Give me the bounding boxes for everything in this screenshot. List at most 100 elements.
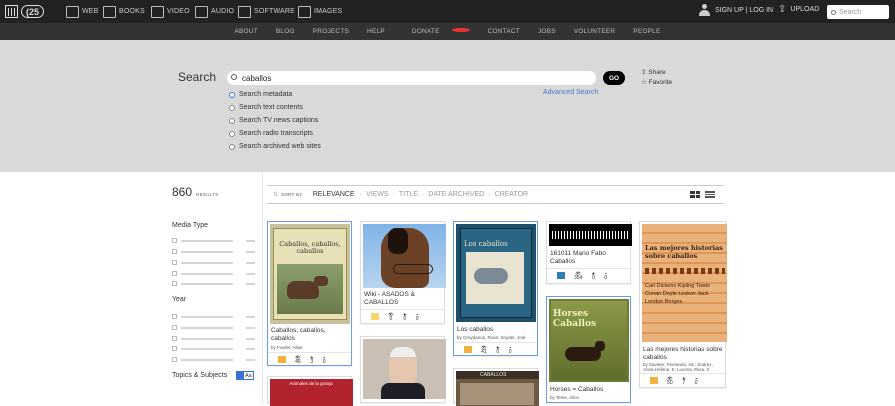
option-metadata[interactable]: Search metadata bbox=[229, 88, 321, 101]
subnav-donate[interactable]: DONATE bbox=[394, 28, 479, 35]
subnav-blog[interactable]: BLOG bbox=[267, 28, 304, 35]
go-button[interactable]: GO bbox=[603, 71, 625, 85]
views-stat: 👁 50 bbox=[667, 376, 673, 386]
facet-count-placeholder bbox=[246, 348, 255, 350]
facet-placeholder bbox=[181, 273, 233, 275]
grid-view-icon[interactable] bbox=[690, 191, 700, 198]
top-navigation-bar: (25 WEB BOOKS VIDEO AUDIO SOFTWARE IMAGE… bbox=[0, 0, 895, 23]
results-label: RESULTS bbox=[196, 192, 219, 197]
nav-software[interactable]: SOFTWARE bbox=[238, 4, 295, 19]
subnav-about[interactable]: ABOUT bbox=[225, 28, 266, 35]
radio[interactable] bbox=[229, 117, 235, 124]
facet-row[interactable] bbox=[172, 325, 255, 331]
advanced-search-link[interactable]: Advanced Search bbox=[543, 89, 598, 96]
favorite-link[interactable]: ☆ Favorite bbox=[641, 78, 672, 88]
checkbox[interactable] bbox=[172, 260, 177, 265]
subnav-jobs[interactable]: JOBS bbox=[529, 28, 565, 35]
share-favorite: ⇪ Share ☆ Favorite bbox=[641, 68, 672, 88]
facet-row[interactable] bbox=[172, 271, 255, 277]
search-input[interactable]: caballos bbox=[227, 71, 596, 85]
facet-placeholder bbox=[181, 251, 233, 253]
upload-link[interactable]: ⇪ UPLOAD bbox=[778, 4, 819, 15]
item-stats: 👁 0 ★ 0 ▪ 0 bbox=[361, 309, 444, 323]
nav-software-label: SOFTWARE bbox=[254, 8, 296, 15]
item-thumbnail: CABALLOS bbox=[456, 371, 539, 406]
share-link[interactable]: ⇪ Share bbox=[641, 68, 672, 78]
option-text[interactable]: Search text contents bbox=[229, 101, 321, 114]
checkbox[interactable] bbox=[172, 314, 177, 319]
sort-views[interactable]: VIEWS bbox=[366, 191, 389, 198]
facet-media-type[interactable]: Media Type bbox=[172, 222, 208, 229]
item-stats: 👁 50 ★ 7 ▪ 0 bbox=[640, 373, 725, 387]
secondary-nav: ABOUT BLOG PROJECTS HELP DONATE CONTACT … bbox=[0, 23, 895, 40]
checkbox[interactable] bbox=[172, 281, 177, 286]
list-view-icon[interactable] bbox=[705, 191, 715, 198]
checkbox[interactable] bbox=[172, 238, 177, 243]
sort-direction-icon[interactable]: ⇅ bbox=[273, 191, 278, 198]
archive-building-icon bbox=[5, 5, 18, 18]
checkbox[interactable] bbox=[172, 336, 177, 341]
subnav-people[interactable]: PEOPLE bbox=[624, 28, 669, 35]
facet-count-placeholder bbox=[246, 283, 255, 285]
radio-selected[interactable] bbox=[229, 91, 235, 98]
internet-archive-logo[interactable]: (25 bbox=[5, 4, 45, 19]
checkbox[interactable] bbox=[172, 346, 177, 351]
favs-count: 0 bbox=[403, 315, 407, 322]
sort-title[interactable]: TITLE bbox=[399, 191, 418, 198]
nav-web[interactable]: WEB bbox=[66, 4, 99, 19]
nav-books[interactable]: BOOKS bbox=[103, 4, 145, 19]
top-search-input[interactable]: Search bbox=[827, 5, 889, 19]
subnav-projects[interactable]: PROJECTS bbox=[304, 28, 358, 35]
radio[interactable] bbox=[229, 104, 235, 111]
nav-video[interactable]: VIDEO bbox=[151, 4, 190, 19]
facet-row[interactable] bbox=[172, 281, 255, 287]
facet-year[interactable]: Year bbox=[172, 296, 186, 303]
favs-count: 3 bbox=[310, 358, 314, 365]
sort-divider: · bbox=[421, 191, 425, 198]
result-tile[interactable] bbox=[360, 336, 446, 403]
reviews-count: 0 bbox=[322, 358, 326, 365]
facet-row[interactable] bbox=[172, 238, 255, 244]
option-radio[interactable]: Search radio transcripts bbox=[229, 127, 321, 140]
nav-audio[interactable]: AUDIO bbox=[195, 4, 234, 19]
result-tile[interactable]: Caballos, caballos, caballos Caballos, c… bbox=[267, 221, 352, 366]
nav-images[interactable]: IMAGES bbox=[298, 4, 342, 19]
facet-row[interactable] bbox=[172, 249, 255, 255]
facet-row[interactable] bbox=[172, 336, 255, 342]
result-tile[interactable]: 161011 Mario Fabo Caballos 👁 354 ★ 0 ▪ 0 bbox=[546, 221, 632, 284]
radio[interactable] bbox=[229, 143, 235, 150]
facet-row[interactable] bbox=[172, 314, 255, 320]
result-tile[interactable]: Las mejores historias sobre caballos Car… bbox=[639, 221, 727, 388]
result-tile[interactable]: Horses Caballos Horses = Caballos by Tem… bbox=[546, 296, 631, 403]
favs-stat: ★ 0 bbox=[496, 345, 500, 355]
result-tile[interactable]: Animales de la granja bbox=[267, 376, 353, 406]
signup-login-link[interactable]: SIGN UP | LOG IN bbox=[699, 4, 773, 17]
checkbox[interactable] bbox=[172, 325, 177, 330]
subnav-help[interactable]: HELP bbox=[358, 28, 394, 35]
option-tv[interactable]: Search TV news captions bbox=[229, 114, 321, 127]
reviews-stat: ▪ 0 bbox=[416, 312, 419, 322]
option-web[interactable]: Search archived web sites bbox=[229, 140, 321, 153]
item-title: Las mejores historias sobre caballos bbox=[643, 346, 723, 361]
topics-sort-toggle[interactable]: Aa bbox=[236, 371, 254, 380]
search-options: Search metadata Search text contents Sea… bbox=[229, 88, 321, 153]
sort-date-archived[interactable]: DATE ARCHIVED bbox=[428, 191, 484, 198]
views-stat: 👁 0 bbox=[388, 312, 394, 322]
favs-stat: ★ 0 bbox=[591, 271, 595, 281]
sort-relevance[interactable]: RELEVANCE bbox=[313, 191, 355, 198]
result-tile[interactable]: CABALLOS bbox=[453, 368, 539, 406]
result-tile[interactable]: Los caballos Los caballos by Greydanus, … bbox=[453, 221, 538, 356]
sort-creator[interactable]: CREATOR bbox=[495, 191, 529, 198]
facet-topics[interactable]: Topics & Subjects bbox=[172, 372, 227, 379]
facet-row[interactable] bbox=[172, 260, 255, 266]
checkbox[interactable] bbox=[172, 357, 177, 362]
facet-row[interactable] bbox=[172, 346, 255, 352]
subnav-volunteer[interactable]: VOLUNTEER bbox=[565, 28, 625, 35]
facet-row[interactable] bbox=[172, 357, 255, 363]
sort-icon bbox=[237, 372, 244, 379]
result-tile[interactable]: Wiki - ASADOS & CABALLOS 👁 0 ★ 0 ▪ 0 bbox=[360, 221, 446, 324]
checkbox[interactable] bbox=[172, 249, 177, 254]
subnav-contact[interactable]: CONTACT bbox=[479, 28, 529, 35]
radio[interactable] bbox=[229, 130, 235, 137]
checkbox[interactable] bbox=[172, 271, 177, 276]
